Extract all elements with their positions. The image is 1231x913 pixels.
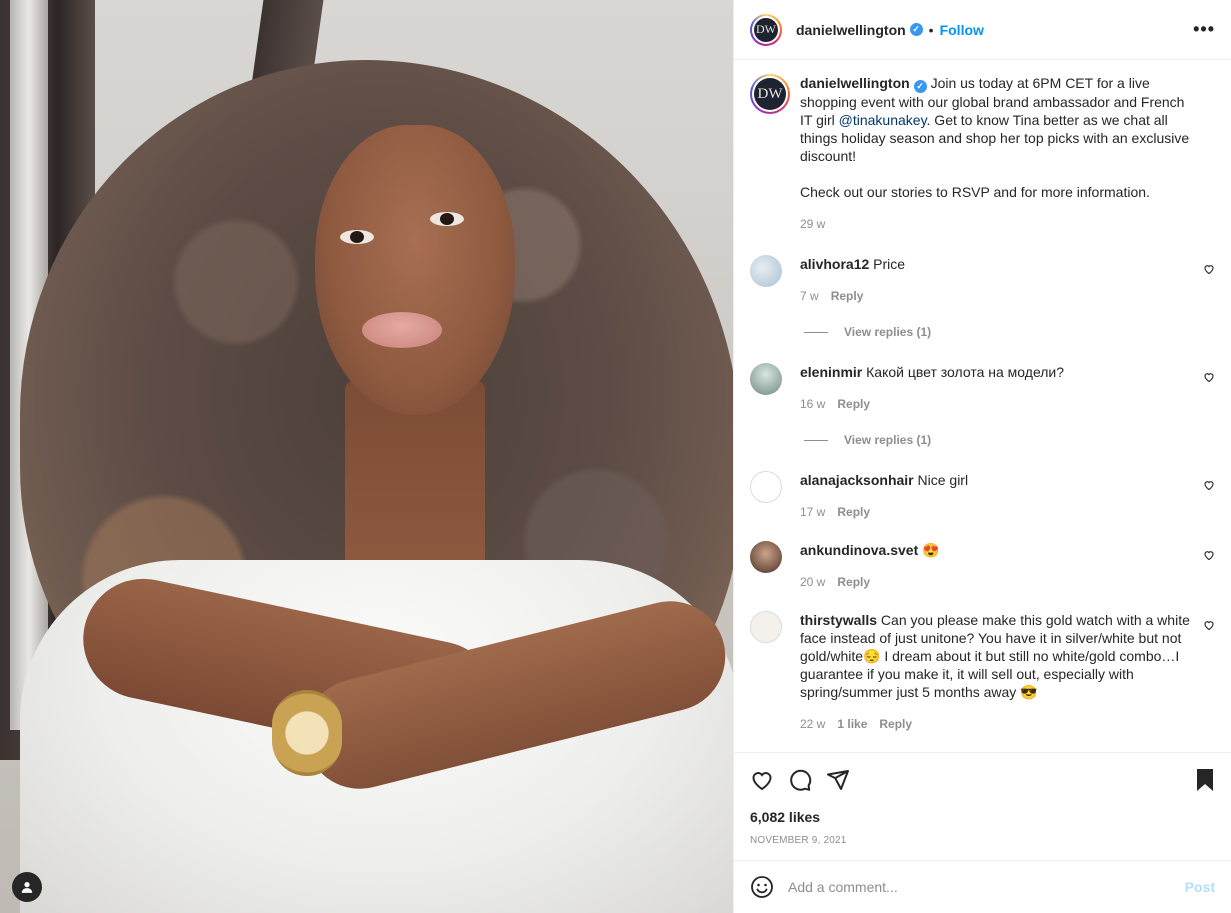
heart-icon[interactable]: [750, 768, 774, 792]
comment-text: Какой цвет золота на модели?: [866, 364, 1065, 380]
heart-icon[interactable]: [1203, 549, 1215, 561]
caption: DW danielwellington ✓ Join us today at 6P…: [750, 74, 1215, 233]
comment-item: thirstywalls Can you please make this go…: [750, 611, 1215, 733]
comment-meta: 17 w Reply: [800, 503, 1191, 521]
comment-body: alivhora12 Price 7 w Reply: [800, 255, 1215, 305]
reply-button[interactable]: Reply: [837, 397, 870, 411]
mention-link[interactable]: @tinakunakey: [839, 112, 927, 128]
comments-list[interactable]: DW danielwellington ✓ Join us today at 6P…: [734, 60, 1231, 752]
comment-text: Price: [873, 256, 906, 272]
account-icon[interactable]: [12, 872, 42, 902]
post-photo[interactable]: [0, 0, 733, 913]
add-comment-bar: Post: [734, 860, 1231, 913]
action-icons: [750, 759, 1215, 801]
post-actions: 6,082 likes NOVEMBER 9, 2021: [734, 752, 1231, 860]
comment-body: alanajacksonhair Nice girl 17 w Reply: [800, 471, 1215, 521]
left-eye: [340, 230, 374, 244]
caption-username[interactable]: danielwellington: [800, 75, 910, 91]
comment-age[interactable]: 22 w: [800, 717, 825, 731]
comment-input[interactable]: [788, 879, 1185, 895]
follow-button[interactable]: Follow: [940, 22, 984, 38]
separator-dot: •: [928, 21, 934, 38]
reply-button[interactable]: Reply: [837, 575, 870, 589]
heart-icon[interactable]: [1203, 371, 1215, 383]
gold-watch: [272, 690, 342, 776]
view-replies-label: View replies (1): [844, 325, 932, 339]
more-options-icon[interactable]: •••: [1193, 19, 1215, 40]
avatar[interactable]: [750, 471, 782, 503]
right-eye: [430, 212, 464, 226]
avatar[interactable]: [750, 363, 782, 395]
comment-item: alivhora12 Price 7 w Reply: [750, 255, 1215, 305]
comment-age[interactable]: 7 w: [800, 289, 819, 303]
face: [315, 125, 515, 415]
comment-item: ankundinova.svet 😍 20 w Reply: [750, 541, 1215, 591]
verified-icon: ✓: [909, 23, 923, 36]
comment-age[interactable]: 16 w: [800, 397, 825, 411]
comment-icon[interactable]: [788, 768, 812, 792]
comment-username[interactable]: thirstywalls: [800, 612, 877, 628]
comment-likes[interactable]: 1 like: [837, 717, 867, 731]
comment-username[interactable]: alivhora12: [800, 256, 869, 272]
heart-icon[interactable]: [1203, 619, 1215, 631]
heart-icon[interactable]: [1203, 479, 1215, 491]
heart-icon[interactable]: [1203, 263, 1215, 275]
comment-body: ankundinova.svet 😍 20 w Reply: [800, 541, 1215, 591]
comment-meta: 16 w Reply: [800, 395, 1191, 413]
lips: [362, 312, 442, 348]
post-button[interactable]: Post: [1185, 879, 1215, 895]
comment-text: Nice girl: [917, 472, 969, 488]
comment-meta: 22 w 1 like Reply: [800, 715, 1191, 733]
comment-text: 😍: [922, 542, 940, 558]
brand-logo: DW: [754, 17, 778, 42]
view-replies-button[interactable]: View replies (1): [804, 325, 1215, 339]
comment-item: eleninmir Какой цвет золота на модели? 1…: [750, 363, 1215, 413]
post-author-username[interactable]: danielwellington: [796, 22, 906, 38]
reply-button[interactable]: Reply: [879, 717, 912, 731]
caption-age[interactable]: 29 w: [800, 217, 825, 231]
post-date: NOVEMBER 9, 2021: [750, 835, 847, 846]
comment-meta: 7 w Reply: [800, 287, 1191, 305]
bookmark-icon[interactable]: [1195, 768, 1215, 792]
caption-text-3: Check out our stories to RSVP and for mo…: [800, 184, 1150, 200]
comment-age[interactable]: 17 w: [800, 505, 825, 519]
comment-age[interactable]: 20 w: [800, 575, 825, 589]
comment-body: eleninmir Какой цвет золота на модели? 1…: [800, 363, 1215, 413]
comment-username[interactable]: eleninmir: [800, 364, 862, 380]
comment-item: alanajacksonhair Nice girl 17 w Reply: [750, 471, 1215, 521]
verified-icon: ✓: [913, 80, 927, 93]
view-replies-button[interactable]: View replies (1): [804, 433, 1215, 447]
comment-username[interactable]: ankundinova.svet: [800, 542, 918, 558]
brand-logo: DW: [754, 78, 786, 110]
avatar[interactable]: DW: [750, 74, 790, 114]
avatar[interactable]: [750, 611, 782, 643]
post-header: DW danielwellington ✓ • Follow •••: [734, 0, 1231, 60]
reply-button[interactable]: Reply: [831, 289, 864, 303]
emoji-icon[interactable]: [750, 875, 774, 899]
comment-body: thirstywalls Can you please make this go…: [800, 611, 1215, 733]
post-details-panel: DW danielwellington ✓ • Follow ••• DW da…: [733, 0, 1231, 913]
view-replies-label: View replies (1): [844, 433, 932, 447]
comment-meta: 20 w Reply: [800, 573, 1191, 591]
caption-meta: 29 w: [800, 215, 1191, 233]
reply-button[interactable]: Reply: [837, 505, 870, 519]
caption-body: danielwellington ✓ Join us today at 6PM C…: [800, 74, 1215, 233]
avatar[interactable]: [750, 255, 782, 287]
comment-username[interactable]: alanajacksonhair: [800, 472, 914, 488]
avatar[interactable]: [750, 541, 782, 573]
likes-count[interactable]: 6,082 likes: [750, 809, 1215, 825]
avatar[interactable]: DW: [750, 13, 782, 46]
share-icon[interactable]: [826, 768, 850, 792]
